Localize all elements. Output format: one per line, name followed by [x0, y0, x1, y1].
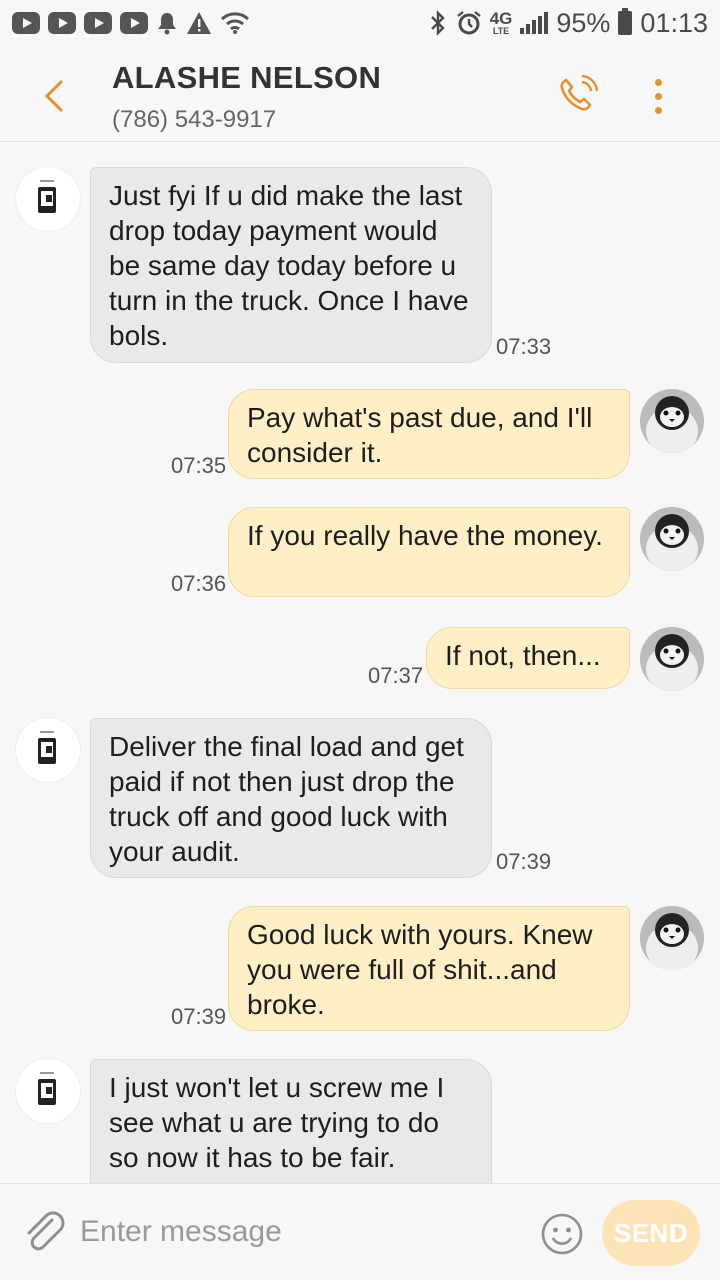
message-composer: SEND	[0, 1183, 720, 1280]
message-thread[interactable]: Just fyi If u did make the last drop tod…	[0, 143, 720, 1183]
bell-icon	[158, 13, 176, 35]
message-text: Pay what's past due, and I'll consider i…	[247, 402, 593, 468]
battery-icon	[618, 8, 633, 35]
network-type: 4G	[489, 9, 513, 28]
4g-lte-icon: 4G LTE	[490, 10, 513, 36]
message-bubble-outgoing[interactable]: If you really have the money.	[228, 507, 630, 597]
message-timestamp: 07:39	[496, 849, 552, 874]
clock: 01:13	[640, 7, 708, 38]
penguin-avatar-icon	[640, 906, 704, 970]
contact-phone: (786) 543-9917	[112, 106, 277, 133]
message-timestamp: 07:35	[171, 453, 227, 478]
phone-logo-icon	[38, 1072, 56, 1105]
penguin-avatar-icon	[640, 627, 704, 691]
signal-icon	[520, 12, 549, 34]
message-text: Deliver the final load and get paid if n…	[109, 731, 464, 867]
wifi-icon	[220, 12, 250, 34]
penguin-avatar-icon	[640, 389, 704, 453]
message-timestamp: 07:33	[496, 334, 552, 359]
message-bubble-incoming[interactable]: Deliver the final load and get paid if n…	[90, 718, 492, 878]
message-timestamp: 07:39	[171, 1004, 227, 1029]
contact-name[interactable]: ALASHE NELSON	[112, 60, 381, 96]
my-avatar[interactable]	[640, 507, 704, 571]
message-input[interactable]	[80, 1208, 520, 1256]
phone-logo-icon	[38, 180, 56, 213]
my-avatar[interactable]	[640, 906, 704, 970]
youtube-icon	[12, 12, 40, 34]
battery-percent: 95%	[556, 7, 611, 38]
message-bubble-outgoing[interactable]: Pay what's past due, and I'll consider i…	[228, 389, 630, 479]
youtube-icon	[84, 12, 112, 34]
conversation-header: ALASHE NELSON (786) 543-9917	[0, 46, 720, 142]
message-text: Just fyi If u did make the last drop tod…	[109, 180, 469, 351]
message-text: I just won't let u screw me I see what u…	[109, 1072, 445, 1173]
message-bubble-outgoing[interactable]: If not, then...	[426, 627, 630, 689]
message-text: If not, then...	[445, 640, 601, 671]
message-bubble-incoming[interactable]: Just fyi If u did make the last drop tod…	[90, 167, 492, 363]
message-text: Good luck with yours. Knew you were full…	[247, 919, 593, 1020]
contact-avatar[interactable]	[16, 718, 80, 782]
message-timestamp: 07:37	[368, 663, 424, 688]
messaging-app: 4G LTE 95% 01:13 ALASHE NELSON (786) 543…	[0, 0, 720, 1280]
call-button[interactable]	[554, 74, 604, 118]
youtube-icon	[48, 12, 76, 34]
back-button[interactable]	[32, 72, 76, 120]
status-bar: 4G LTE 95% 01:13	[0, 0, 720, 46]
emoji-button[interactable]	[540, 1212, 584, 1256]
contact-avatar[interactable]	[16, 167, 80, 231]
attach-button[interactable]	[22, 1208, 66, 1258]
message-bubble-incoming[interactable]: I just won't let u screw me I see what u…	[90, 1059, 492, 1183]
alarm-icon	[456, 11, 481, 35]
message-timestamp: 07:36	[171, 571, 227, 596]
penguin-avatar-icon	[640, 507, 704, 571]
send-button[interactable]: SEND	[602, 1200, 700, 1266]
network-subtype: LTE	[492, 26, 510, 36]
bluetooth-icon	[430, 10, 445, 36]
contact-avatar[interactable]	[16, 1059, 80, 1123]
message-text: If you really have the money.	[247, 520, 603, 551]
phone-logo-icon	[38, 731, 56, 764]
my-avatar[interactable]	[640, 627, 704, 691]
message-bubble-outgoing[interactable]: Good luck with yours. Knew you were full…	[228, 906, 630, 1031]
more-options-button[interactable]	[640, 74, 676, 118]
youtube-icon	[120, 12, 148, 34]
warning-icon	[187, 12, 211, 34]
chevron-left-icon	[44, 79, 64, 113]
my-avatar[interactable]	[640, 389, 704, 453]
